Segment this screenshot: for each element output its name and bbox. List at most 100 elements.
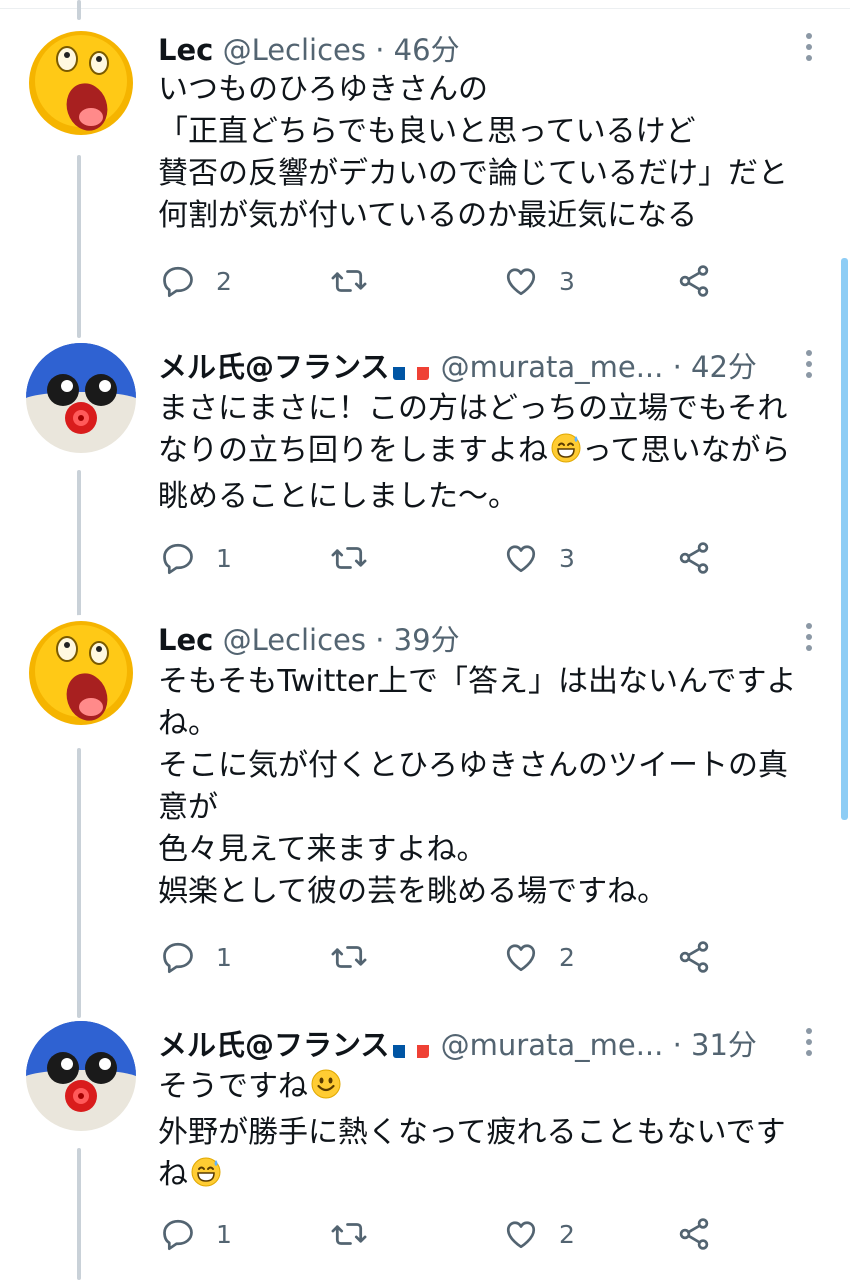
like-count: 3 bbox=[559, 266, 575, 296]
reply-icon bbox=[163, 1219, 193, 1251]
thread-line bbox=[77, 0, 81, 20]
avatar[interactable] bbox=[25, 1020, 137, 1132]
tweet-text: いつものひろゆきさんの 「正直どちらでも良いと思っているけど 賛否の反響がデカい… bbox=[158, 69, 828, 237]
blue-penguin-avatar bbox=[25, 342, 137, 454]
avatar[interactable] bbox=[25, 342, 137, 454]
separator: · bbox=[672, 1028, 682, 1062]
tweet-line: 色々見えて来ますよね。 bbox=[158, 832, 487, 867]
user-handle[interactable]: @Leclices bbox=[223, 623, 366, 657]
reply-button[interactable]: 1 bbox=[160, 933, 232, 981]
share-icon bbox=[679, 265, 709, 297]
share-icon bbox=[679, 941, 709, 973]
share-button[interactable] bbox=[676, 257, 712, 305]
tweet-header: メル氏@フランス @murata_me... · 31分 bbox=[158, 1020, 780, 1070]
reply-button[interactable]: 1 bbox=[160, 534, 232, 582]
tweet-header: Lec @Leclices · 39分 bbox=[158, 615, 780, 665]
heart-icon bbox=[506, 944, 536, 972]
share-button[interactable] bbox=[676, 534, 712, 582]
like-button[interactable]: 3 bbox=[503, 257, 575, 305]
tweet-line: 「正直どちらでも良いと思っているけど bbox=[158, 114, 696, 149]
reply-button[interactable]: 1 bbox=[160, 1210, 232, 1258]
like-button[interactable]: 3 bbox=[503, 534, 575, 582]
tweet-header: Lec @Leclices · 46分 bbox=[158, 25, 780, 75]
retweet-button[interactable] bbox=[330, 257, 388, 305]
tweet-line: 外野が勝手に熱くなって疲れることもないです bbox=[158, 1115, 786, 1150]
user-handle[interactable]: @Leclices bbox=[223, 33, 366, 67]
like-button[interactable]: 2 bbox=[503, 1210, 575, 1258]
like-count: 3 bbox=[559, 543, 575, 573]
retweet-button[interactable] bbox=[330, 534, 388, 582]
separator: · bbox=[375, 623, 385, 657]
reply-icon bbox=[163, 266, 193, 298]
more-vertical-icon[interactable] bbox=[802, 33, 816, 69]
tweet-line: まさにまさに！この方はどっちの立場でもそれ bbox=[158, 391, 788, 426]
tweet-text: まさにまさに！この方はどっちの立場でもそれ なりの立ち回りをしますよね って思いな… bbox=[158, 388, 828, 518]
like-button[interactable]: 2 bbox=[503, 933, 575, 981]
tweet-line: 何割が気が付いているのか最近気になる bbox=[158, 198, 698, 233]
reply-icon bbox=[163, 543, 193, 575]
france-flag-icon bbox=[393, 356, 430, 380]
avatar[interactable] bbox=[25, 25, 137, 137]
timestamp[interactable]: 39分 bbox=[394, 623, 460, 657]
tweet-line: そこに気が付くとひろゆきさんのツイートの真 bbox=[158, 748, 788, 783]
share-button[interactable] bbox=[676, 933, 712, 981]
reply-button[interactable]: 2 bbox=[160, 257, 232, 305]
retweet-icon bbox=[331, 1223, 367, 1245]
timestamp[interactable]: 42分 bbox=[691, 350, 757, 384]
grinning-sweat-emoji bbox=[190, 1156, 222, 1200]
tweet-actions: 1 2 bbox=[0, 933, 850, 981]
tweet-text: そもそもTwitter上で「答え」は出ないんですよ ね。 そこに気が付くとひろゆ… bbox=[158, 661, 828, 913]
top-divider bbox=[0, 0, 850, 9]
tweet-line: 眺めることにしました〜。 bbox=[158, 479, 518, 514]
heart-icon bbox=[506, 545, 536, 573]
display-name[interactable]: メル氏@フランス bbox=[158, 350, 389, 384]
display-name[interactable]: Lec bbox=[158, 623, 213, 657]
tweet-actions: 1 2 bbox=[0, 1210, 850, 1258]
grinning-sweat-emoji bbox=[550, 432, 582, 476]
thread-line bbox=[77, 155, 81, 338]
yellow-character-avatar bbox=[25, 25, 137, 137]
share-icon bbox=[679, 542, 709, 574]
user-handle[interactable]: @murata_me... bbox=[441, 350, 664, 384]
yellow-character-avatar bbox=[25, 615, 137, 727]
reply-count: 1 bbox=[216, 543, 232, 573]
retweet-button[interactable] bbox=[330, 933, 388, 981]
tweet-line: 娯楽として彼の芸を眺める場ですね。 bbox=[158, 874, 668, 909]
tweet-line: ね bbox=[158, 1154, 828, 1200]
retweet-button[interactable] bbox=[330, 1210, 388, 1258]
tweet-text: そうですね 外野が勝手に熱くなって疲れることもないです ね bbox=[158, 1066, 828, 1200]
reply-icon bbox=[163, 942, 193, 974]
share-button[interactable] bbox=[676, 1210, 712, 1258]
tweet-line: いつものひろゆきさんの bbox=[158, 72, 488, 107]
display-name[interactable]: Lec bbox=[158, 33, 213, 67]
like-count: 2 bbox=[559, 1219, 575, 1249]
tweet-line: 賛否の反響がデカいので論じているだけ」だと bbox=[158, 156, 788, 191]
blue-penguin-avatar bbox=[25, 1020, 137, 1132]
france-flag-icon bbox=[393, 1034, 430, 1058]
smiling-face-emoji bbox=[310, 1068, 342, 1112]
tweet-actions: 1 3 bbox=[0, 534, 850, 582]
timestamp[interactable]: 46分 bbox=[394, 33, 460, 67]
tweet-line: ね。 bbox=[158, 706, 218, 741]
timestamp[interactable]: 31分 bbox=[691, 1028, 757, 1062]
separator: · bbox=[672, 350, 682, 384]
tweet-header: メル氏@フランス @murata_me... · 42分 bbox=[158, 342, 780, 392]
like-count: 2 bbox=[559, 942, 575, 972]
separator: · bbox=[375, 33, 385, 67]
heart-icon bbox=[506, 268, 536, 296]
tweet-line: なりの立ち回りをしますよね って思いながら bbox=[158, 430, 828, 476]
tweet-line: そうですね bbox=[158, 1066, 828, 1112]
retweet-icon bbox=[331, 946, 367, 968]
tweet-actions: 2 3 bbox=[0, 257, 850, 305]
reply-count: 1 bbox=[216, 1219, 232, 1249]
more-vertical-icon[interactable] bbox=[802, 350, 816, 386]
more-vertical-icon[interactable] bbox=[802, 1028, 816, 1064]
avatar[interactable] bbox=[25, 615, 137, 727]
heart-icon bbox=[506, 1221, 536, 1249]
retweet-icon bbox=[331, 270, 367, 292]
retweet-icon bbox=[331, 547, 367, 569]
display-name[interactable]: メル氏@フランス bbox=[158, 1028, 389, 1062]
more-vertical-icon[interactable] bbox=[802, 623, 816, 659]
tweet-line: 意が bbox=[158, 790, 218, 825]
user-handle[interactable]: @murata_me... bbox=[441, 1028, 664, 1062]
